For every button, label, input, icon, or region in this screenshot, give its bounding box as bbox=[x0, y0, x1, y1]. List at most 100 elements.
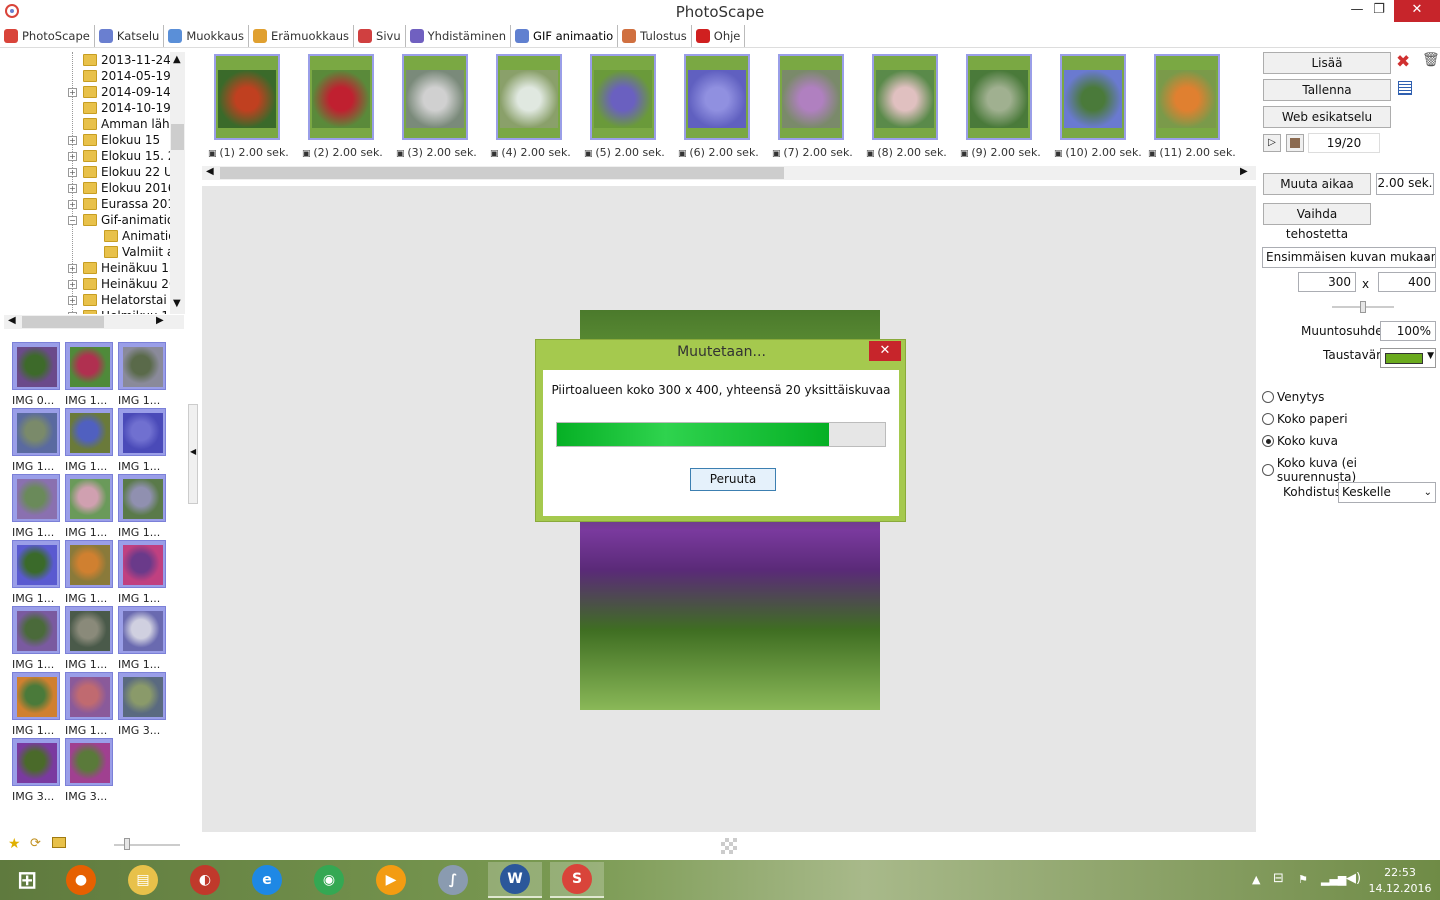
frame-duration-label[interactable]: ▣ (1) 2.00 sek. bbox=[208, 146, 289, 159]
tab-print[interactable]: Tulostus bbox=[618, 24, 692, 47]
fit-mode-radio[interactable]: Koko kuva (ei suurennusta) bbox=[1262, 456, 1438, 484]
expand-toggle-icon[interactable]: + bbox=[68, 279, 77, 289]
slider-thumb[interactable] bbox=[1360, 301, 1366, 313]
tab-batch-editor[interactable]: Erämuokkaus bbox=[249, 24, 355, 47]
save-button[interactable]: Tallenna bbox=[1263, 79, 1391, 101]
scroll-thumb[interactable] bbox=[220, 167, 784, 179]
folder-tree-horizontal-scrollbar[interactable]: ◀ ▶ bbox=[4, 315, 184, 329]
slider-thumb[interactable] bbox=[124, 838, 130, 850]
animation-frame[interactable] bbox=[966, 54, 1032, 140]
scroll-left-arrow-icon[interactable]: ◀ bbox=[206, 166, 214, 177]
image-thumbnail[interactable]: IMG 3... bbox=[12, 738, 62, 803]
frame-strip-scrollbar[interactable]: ◀ ▶ bbox=[202, 166, 1256, 180]
folder-tree-item[interactable]: +2014-09-14 bbox=[68, 84, 171, 100]
action-center-icon[interactable]: ⊟ bbox=[1273, 871, 1284, 886]
folder-tree-item[interactable]: + Elokuu 15 bbox=[68, 132, 160, 148]
change-time-button[interactable]: Muuta aikaa bbox=[1263, 173, 1371, 195]
trash-icon[interactable]: 🗑 bbox=[1422, 52, 1440, 68]
frame-menu-icon[interactable]: ▣ bbox=[208, 149, 219, 159]
animation-frame[interactable] bbox=[496, 54, 562, 140]
image-thumbnail[interactable]: IMG 1... bbox=[65, 540, 115, 605]
animation-frame[interactable] bbox=[872, 54, 938, 140]
image-thumbnail[interactable]: IMG 1... bbox=[118, 606, 168, 671]
tab-page[interactable]: Sivu bbox=[354, 24, 406, 47]
radio-button[interactable] bbox=[1262, 464, 1274, 476]
frame-duration-label[interactable]: ▣ (9) 2.00 sek. bbox=[960, 146, 1041, 159]
tab-combine[interactable]: Yhdistäminen bbox=[406, 24, 512, 47]
web-preview-button[interactable]: Web esikatselu bbox=[1263, 106, 1391, 128]
image-thumbnail[interactable]: IMG 1... bbox=[12, 540, 62, 605]
folder-tree-item[interactable]: + Elokuu 2016 bbox=[68, 180, 175, 196]
folder-tree-item[interactable]: Valmiit a bbox=[104, 244, 174, 260]
frame-menu-icon[interactable]: ▣ bbox=[960, 149, 971, 159]
folder-tree-item[interactable]: − Gif-animatio bbox=[68, 212, 174, 228]
frame-menu-icon[interactable]: ▣ bbox=[490, 149, 501, 159]
folder-tree[interactable]: 2013-11-24 2014-05-19 +2014-09-14 2014-10-1… bbox=[4, 52, 184, 314]
image-thumbnail[interactable]: IMG 1... bbox=[118, 474, 168, 539]
folder-tree-item[interactable]: + Eurassa 201 bbox=[68, 196, 175, 212]
fit-mode-radio[interactable]: Koko kuva bbox=[1262, 434, 1338, 448]
frame-duration-label[interactable]: ▣ (8) 2.00 sek. bbox=[866, 146, 947, 159]
image-thumbnail[interactable]: IMG 1... bbox=[118, 540, 168, 605]
math-input-icon[interactable]: ∫ bbox=[426, 862, 480, 898]
animation-frame[interactable] bbox=[590, 54, 656, 140]
image-thumbnail[interactable]: IMG 1... bbox=[65, 606, 115, 671]
close-window-button[interactable]: ✕ bbox=[1394, 0, 1440, 22]
canvas-size-select[interactable]: Ensimmäisen kuvan mukaan ⌄ bbox=[1262, 247, 1436, 268]
folder-tree-item[interactable]: + Elokuu 22 U bbox=[68, 164, 173, 180]
dialog-close-button[interactable]: ✕ bbox=[869, 341, 901, 361]
animation-frame[interactable] bbox=[308, 54, 374, 140]
expand-toggle-icon[interactable]: + bbox=[68, 199, 77, 209]
show-hidden-icons-icon[interactable]: ▲ bbox=[1252, 873, 1260, 886]
animation-frame[interactable] bbox=[214, 54, 280, 140]
tab-photoscape[interactable]: PhotoScape bbox=[0, 24, 95, 47]
animation-frame[interactable] bbox=[402, 54, 468, 140]
expand-toggle-icon[interactable]: + bbox=[68, 87, 77, 97]
folder-icon[interactable] bbox=[52, 837, 66, 848]
animation-frame[interactable] bbox=[1154, 54, 1220, 140]
scroll-thumb[interactable] bbox=[22, 316, 104, 328]
radio-button[interactable] bbox=[1262, 391, 1274, 403]
frame-duration-label[interactable]: ▣ (6) 2.00 sek. bbox=[678, 146, 759, 159]
frame-duration-label[interactable]: ▣ (2) 2.00 sek. bbox=[302, 146, 383, 159]
image-thumbnail[interactable]: IMG 3... bbox=[118, 672, 168, 737]
clock-date[interactable]: 14.12.2016 bbox=[1364, 882, 1436, 895]
folder-tree-vertical-scrollbar[interactable]: ▲ ▼ bbox=[170, 52, 185, 314]
scroll-up-arrow-icon[interactable]: ▲ bbox=[173, 54, 181, 65]
network-icon[interactable]: ▂▄▆ bbox=[1321, 873, 1346, 886]
expand-toggle-icon[interactable]: + bbox=[68, 151, 77, 161]
expand-toggle-icon[interactable]: + bbox=[68, 263, 77, 273]
frame-duration-label[interactable]: ▣ (10) 2.00 sek. bbox=[1054, 146, 1142, 159]
image-thumbnail[interactable]: IMG 1... bbox=[12, 672, 62, 737]
frame-duration-label[interactable]: ▣ (7) 2.00 sek. bbox=[772, 146, 853, 159]
radio-button[interactable] bbox=[1262, 413, 1274, 425]
fit-mode-radio[interactable]: Koko paperi bbox=[1262, 412, 1348, 426]
image-thumbnail[interactable]: IMG 1... bbox=[65, 474, 115, 539]
animation-frame[interactable] bbox=[778, 54, 844, 140]
folder-tree-item[interactable]: + Elokuu 15. 2 bbox=[68, 148, 175, 164]
folder-tree-item[interactable]: 2014-05-19 bbox=[68, 68, 171, 84]
frame-duration-label[interactable]: ▣ (5) 2.00 sek. bbox=[584, 146, 665, 159]
frame-menu-icon[interactable]: ▣ bbox=[396, 149, 407, 159]
animation-frame[interactable] bbox=[684, 54, 750, 140]
word-icon[interactable]: W bbox=[488, 862, 542, 898]
fit-mode-radio[interactable]: Venytys bbox=[1262, 390, 1324, 404]
frame-menu-icon[interactable]: ▣ bbox=[772, 149, 783, 159]
image-thumbnail[interactable]: IMG 3... bbox=[65, 738, 115, 803]
expand-toggle-icon[interactable]: + bbox=[68, 167, 77, 177]
height-field[interactable]: 400 bbox=[1378, 272, 1436, 292]
expand-toggle-icon[interactable]: − bbox=[68, 215, 77, 225]
folder-tree-item[interactable]: + Heinäkuu 20 bbox=[68, 276, 177, 292]
stop-icon[interactable] bbox=[1286, 134, 1304, 152]
start-button[interactable]: ⊞ bbox=[0, 862, 54, 898]
expand-toggle-icon[interactable]: + bbox=[68, 295, 77, 305]
chrome-icon[interactable]: ◉ bbox=[302, 862, 356, 898]
panel-splitter[interactable]: ◀ bbox=[188, 404, 198, 504]
ccleaner-icon[interactable]: ◐ bbox=[178, 862, 232, 898]
clock-time[interactable]: 22:53 bbox=[1364, 866, 1436, 879]
alignment-select[interactable]: Keskelle ⌄ bbox=[1338, 482, 1436, 503]
change-effect-button[interactable]: Vaihda tehostetta bbox=[1263, 203, 1371, 241]
folder-tree-item[interactable]: Amman läh. bbox=[68, 116, 173, 132]
expand-toggle-icon[interactable]: + bbox=[68, 183, 77, 193]
rotate-icon[interactable]: ⟳ bbox=[30, 836, 41, 851]
